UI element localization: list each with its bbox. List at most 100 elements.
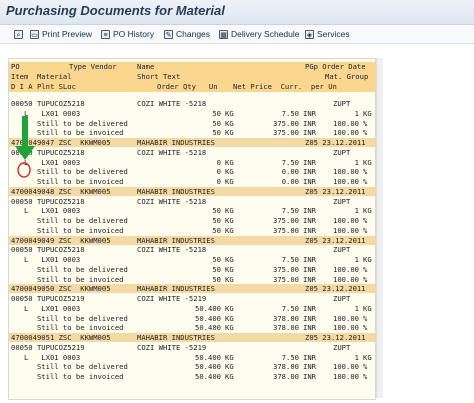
cell-price: 7.50 [281,157,299,167]
cell-a: Still to be delivered [11,362,128,372]
cell-qty: 50 [212,255,221,264]
cell-c: Z05 23.12.2011 [305,138,366,147]
cell-price: 378.00 [273,323,299,333]
cell-price: 375.00 [273,225,299,235]
schedule-line-row[interactable]: L LX01 0003 50 KG 7.50 INR 1 KG [9,206,375,215]
schedule-line-row[interactable]: L LX01 0003 50.400 KG 7.50 INR 1 KG [9,304,375,313]
schedule-line-row[interactable]: L LX01 0003 50 KG 7.50 INR 1 KG [9,255,375,264]
cell-a: 4700049049 ZSC KKWM005 [11,235,111,245]
cell-un: KG [225,108,234,118]
details-button[interactable]: ⌕ [14,26,26,42]
cell-per: 100.00 [333,225,359,235]
cell-c: Z05 23.12.2011 [305,284,366,294]
cell-per: 100.00 [333,216,359,225]
po-header-row[interactable]: 4700049049 ZSC KKWM005 MAHABIR INDUSTRIES… [9,235,375,245]
cell-pun: % [363,313,368,323]
schedule-line-row[interactable]: L LX01 0003 50 KG 7.50 INR 1 KG [9,109,375,118]
po-history-button[interactable]: ≡ PO History [101,26,154,42]
cell-pun: KG [363,108,372,118]
cell-un: KG [225,274,234,284]
schedule-line-row[interactable]: Still to be delivered 50 KG 375.00 INR 100.00… [9,119,375,128]
cell-qty: 50 [212,206,221,216]
schedule-line-row[interactable]: Still to be delivered 50.400 KG 378.00 INR 10… [9,314,375,323]
delivery-schedule-icon: ▦ [219,29,228,39]
cell-b: COZI WHITE -5218 [137,99,207,108]
schedule-line-row[interactable]: Still to be invoiced 0 KG 0.00 INR 100.00% [9,177,375,186]
cell-un: KG [225,313,234,323]
po-header-row[interactable]: 4700049050 ZSC KKWM005 MAHABIR INDUSTRIES… [9,284,375,294]
cell-price: 378.00 [273,313,299,323]
cell-per: 1 [354,255,359,264]
cell-un: KG [225,372,234,381]
window-title: Purchasing Documents for Material [6,3,225,18]
cell-b: COZI WHITE -5218 [137,245,207,255]
po-header-row[interactable]: 4700049047 ZSC KKWM005 MAHABIR INDUSTRIES… [9,138,375,147]
schedule-line-row[interactable]: Still to be invoiced 50 KG 375.00 INR 100.00% [9,275,375,284]
cell-b: COZI WHITE -5218 [137,147,207,157]
schedule-line-row[interactable]: Still to be invoiced 50 KG 375.00 INR 100.00% [9,128,375,137]
cell-qty: 50 [212,274,221,284]
schedule-line-row[interactable]: Still to be delivered 0 KG 0.00 INR 100.00% [9,167,375,176]
services-label: Services [317,29,350,39]
cell-price: 378.00 [273,362,299,372]
cell-qty: 0 [216,167,221,177]
cell-price: 378.00 [273,372,299,381]
cell-qty: 50.400 [195,313,221,323]
po-item-row[interactable]: 00050 TUPUCOZ5218 COZI WHITE -5218 ZUPT [9,197,375,206]
header-row-po: PO Type Vendor Name PGp Order Date [9,62,375,72]
cell-qty: 50.400 [195,352,221,362]
services-button[interactable]: ◈ Services [305,26,350,42]
cell-a: Still to be delivered [11,216,128,225]
schedule-line-row[interactable]: Still to be invoiced 50.400 KG 378.00 INR 100… [9,372,375,381]
schedule-line-row[interactable]: Still to be invoiced 50.400 KG 378.00 INR 100… [9,323,375,332]
cell-pun: % [363,128,368,138]
po-item-row[interactable]: 00050 TUPUCOZ5219 COZI WHITE -5219 ZUPT [9,294,375,303]
po-header-row[interactable]: 4700049048 ZSC KKWM005 MAHABIR INDUSTRIES… [9,186,375,196]
cell-un: KG [225,157,234,167]
po-item-row[interactable]: 00050 TUPUCOZ5218 COZI WHITE -5218 ZUPT [9,99,375,108]
cell-pun: KG [363,255,372,264]
po-item-row[interactable]: 00050 TUPUCOZ5218 COZI WHITE -5218 ZUPT [9,148,375,157]
cell-pun: % [363,264,368,274]
schedule-line-row[interactable]: Still to be delivered 50.400 KG 378.00 INR 10… [9,362,375,371]
cell-a: 00050 TUPUCOZ5218 [11,245,85,255]
schedule-line-row[interactable]: L LX01 0003 50.400 KG 7.50 INR 1 KG [9,353,375,362]
po-header-row[interactable]: 4700049051 ZSC KKWM005 MAHABIR INDUSTRIES… [9,333,375,342]
delivery-schedule-label: Delivery Schedule [231,29,300,39]
cell-per: 100.00 [333,274,359,284]
delivery-schedule-button[interactable]: ▦ Delivery Schedule [219,26,300,42]
cell-pun: KG [363,206,372,216]
cell-un: KG [225,128,234,138]
cell-per: 100.00 [333,372,359,381]
cell-per: 100.00 [333,118,359,128]
po-history-label: PO History [113,29,155,39]
cell-pun: % [363,323,368,333]
cell-un: KG [225,225,234,235]
cell-b: COZI WHITE -5218 [137,196,207,206]
report-list[interactable]: PO Type Vendor Name PGp Order Date Item … [8,58,376,400]
cell-price: 375.00 [273,118,299,128]
cell-a: 4700049051 ZSC KKWM005 [11,333,111,342]
cell-a: 4700049048 ZSC KKWM005 [11,186,111,196]
schedule-line-row[interactable]: Still to be delivered 50 KG 375.00 INR 100.00… [9,216,375,225]
schedule-line-row[interactable]: L LX01 0003 0 KG 7.50 INR 1 KG [9,158,375,167]
po-item-row[interactable]: 00050 TUPUCOZ5218 COZI WHITE -5218 ZUPT [9,245,375,254]
cell-per: 100.00 [333,264,359,274]
cell-a: Still to be invoiced [11,225,124,235]
cell-a: L LX01 0003 [11,352,81,362]
schedule-line-row[interactable]: Still to be invoiced 50 KG 375.00 INR 100.00% [9,226,375,235]
cell-per: 1 [354,303,359,313]
po-item-row[interactable]: 00050 TUPUCOZ5219 COZI WHITE -5219 ZUPT [9,343,375,352]
changes-button[interactable]: ✎ Changes [164,26,210,42]
schedule-line-row[interactable]: Still to be delivered 50 KG 375.00 INR 100.00… [9,265,375,274]
cell-price: 0.00 [281,167,299,177]
changes-label: Changes [176,29,211,39]
vertical-scrollbar[interactable] [376,58,383,398]
cell-a: 00050 TUPUCOZ5218 [11,196,85,206]
toolbar: ⌕ ▭ Print Preview ≡ PO History ✎ Changes ▦ D… [0,25,474,44]
cell-c: Z05 23.12.2011 [305,186,366,196]
cell-price: 7.50 [281,255,299,264]
cell-a: Still to be delivered [11,313,128,323]
header-row-item: Item Material Short Text Mat. Group [9,72,375,82]
print-preview-button[interactable]: ▭ Print Preview [30,26,92,42]
